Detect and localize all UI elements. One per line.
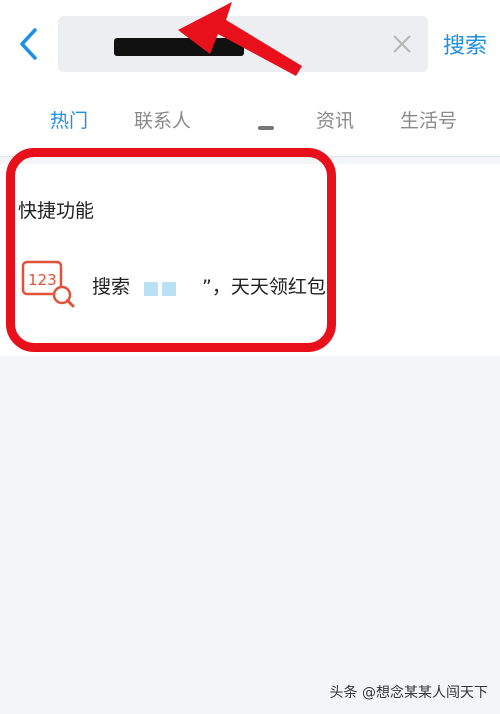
watermark-text: 头条 @想念某某人闯天下 [329, 685, 488, 701]
quick-functions-title: 快捷功能 [18, 200, 95, 222]
quick-item-search-red-packet[interactable]: 123 搜索 ”，天天领红包 [20, 256, 326, 318]
svg-text:123: 123 [28, 271, 57, 289]
back-button[interactable] [10, 24, 46, 64]
tab-life-account[interactable]: 生活号 [400, 106, 457, 133]
quick-item-prefix: 搜索 [92, 276, 131, 298]
category-tabs: 热门 联系人 资讯 生活号 [0, 88, 500, 157]
tab-separator [258, 126, 274, 130]
search-box[interactable] [58, 16, 428, 72]
redacted-keyword [144, 274, 200, 300]
search-button[interactable]: 搜索 [440, 26, 490, 62]
number-search-icon: 123 [21, 260, 75, 308]
tab-news[interactable]: 资讯 [316, 106, 354, 133]
close-icon [393, 35, 411, 53]
clear-button[interactable] [388, 30, 416, 58]
search-header: 搜索 [0, 0, 500, 88]
chevron-left-icon [20, 28, 37, 60]
redacted-search-text [114, 38, 244, 56]
tab-contacts[interactable]: 联系人 [134, 106, 191, 133]
quick-item-suffix: ”，天天领红包 [202, 276, 326, 298]
tab-hot[interactable]: 热门 [50, 106, 88, 133]
